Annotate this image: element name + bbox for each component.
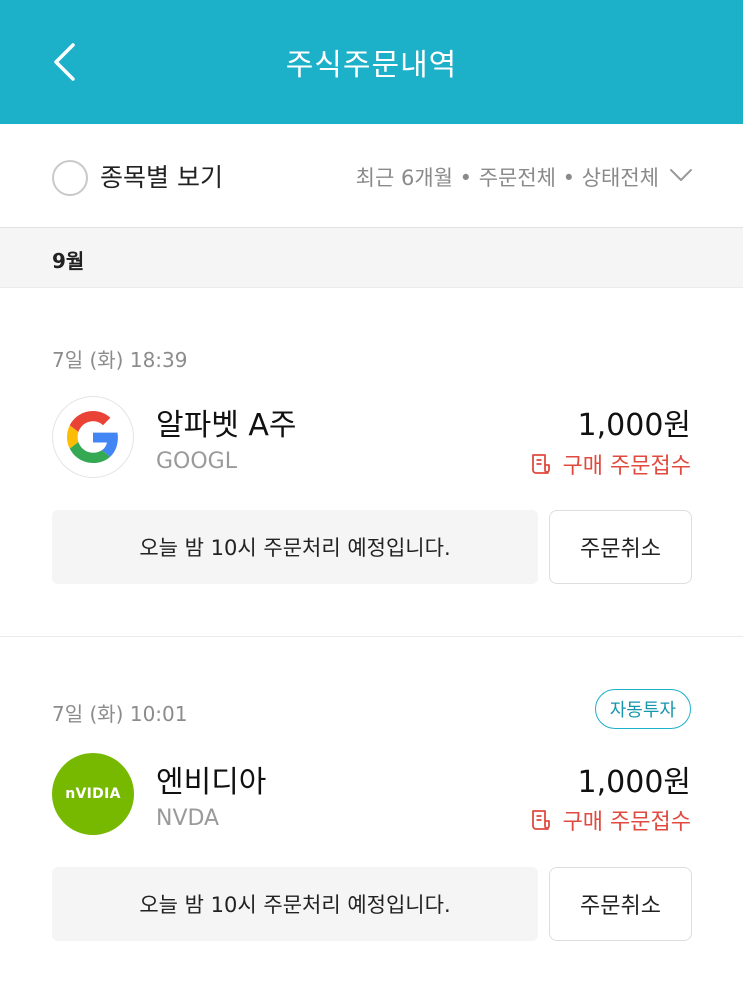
app-header: 주식주문내역: [0, 0, 743, 124]
divider: [0, 636, 743, 637]
stock-name: 엔비디아: [156, 765, 267, 800]
receipt-icon: [531, 454, 550, 474]
cancel-order-button[interactable]: 주문취소: [549, 510, 692, 584]
order-status-label: 구매 주문접수: [562, 810, 691, 835]
order-notice: 오늘 밤 10시 주문처리 예정입니다.: [52, 510, 538, 584]
google-logo-icon: [52, 396, 134, 478]
order-status: 구매 주문접수: [529, 804, 691, 836]
page-title: 주식주문내역: [285, 48, 458, 83]
filter-dropdown-button[interactable]: [667, 160, 695, 190]
filter-summary[interactable]: 최근 6개월 • 주문전체 • 상태전체: [356, 162, 659, 192]
chevron-left-icon: [54, 43, 75, 81]
order-status-label: 구매 주문접수: [562, 454, 691, 479]
cancel-order-button[interactable]: 주문취소: [549, 867, 692, 941]
month-label: 9월: [52, 249, 85, 273]
google-g-icon: [67, 411, 118, 463]
order-status: 구매 주문접수: [529, 448, 691, 480]
nvidia-logo-text: nVIDIA: [65, 786, 121, 802]
chevron-down-icon: [670, 169, 692, 181]
order-amount: 1,000원: [577, 765, 691, 800]
order-notice: 오늘 밤 10시 주문처리 예정입니다.: [52, 867, 538, 941]
receipt-icon: [531, 810, 550, 830]
stock-name: 알파벳 A주: [156, 408, 297, 443]
order-datetime: 7일 (화) 18:39: [52, 348, 188, 372]
order-datetime: 7일 (화) 10:01: [52, 702, 188, 726]
stock-ticker: GOOGL: [156, 449, 237, 474]
auto-invest-badge: 자동투자: [594, 689, 691, 729]
view-by-stock-label[interactable]: 종목별 보기: [100, 158, 223, 194]
view-by-stock-radio[interactable]: [52, 160, 88, 196]
order-amount: 1,000원: [577, 408, 691, 443]
stock-ticker: NVDA: [156, 806, 220, 831]
back-button[interactable]: [44, 40, 84, 84]
nvidia-logo-icon: nVIDIA: [52, 753, 134, 835]
month-section-header: 9월: [0, 228, 743, 288]
